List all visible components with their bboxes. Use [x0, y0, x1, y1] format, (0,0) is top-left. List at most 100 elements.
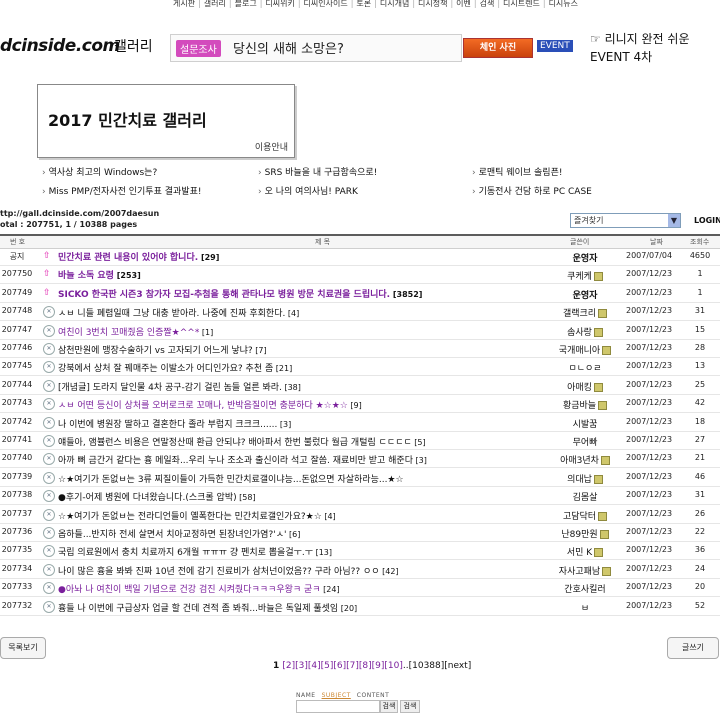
- favorites-select[interactable]: 즐겨찾기 ▼: [570, 213, 681, 228]
- table-row[interactable]: 207735 ✕ 국립 의료원에서 충치 치료까지 6개월 ㅠㅠㅠ 걍 펜치로 뽑을…: [0, 542, 720, 561]
- login-link[interactable]: LOGIN: [694, 216, 720, 225]
- top-nav-item[interactable]: 디시정책: [418, 0, 447, 8]
- post-title-link[interactable]: 옵하들...반지하 전세 살면서 치아교정하면 된장녀인가염?'ㅅ' [6]: [58, 527, 300, 540]
- post-writer[interactable]: 황금바늘: [555, 398, 615, 411]
- gallery-guide-link[interactable]: 이용안내: [255, 140, 288, 153]
- page-link[interactable]: [2]: [282, 661, 295, 671]
- post-title-link[interactable]: 나 이번에 병원장 딸하고 결혼한다 졸라 부럽지 크크크...... [3]: [58, 417, 291, 430]
- news-link[interactable]: › Miss PMP/전자사전 인기투표 결과발표!: [42, 184, 201, 197]
- post-writer[interactable]: 아매킹: [555, 380, 615, 393]
- top-nav-item[interactable]: 토론: [356, 0, 371, 8]
- post-title-link[interactable]: 민간치료 관련 내용이 있어야 합니다. [29]: [58, 250, 219, 263]
- post-writer[interactable]: 운영자: [555, 288, 615, 301]
- post-writer[interactable]: 의대납: [555, 472, 615, 485]
- post-writer[interactable]: 서민 K: [555, 545, 615, 558]
- post-title-link[interactable]: ☆★여기가 돈없ㅂ는 전라디언들이 옐폭한다는 민간치료갤인가요?★☆ [4]: [58, 509, 336, 522]
- event-picture-banner[interactable]: 체인 사진: [463, 38, 533, 58]
- top-nav-item[interactable]: 디씨위키: [265, 0, 294, 8]
- table-row[interactable]: 207747 ✕ 여친이 3번치 꼬매줬음 인증짤★^^* [1] 솜사랑 2007/1…: [0, 322, 720, 340]
- post-title-link[interactable]: 국립 의료원에서 충치 치료까지 6개월 ㅠㅠㅠ 걍 펜치로 뽑을걸ㅜ.ㅜ [1…: [58, 545, 332, 558]
- table-row[interactable]: 207734 ✕ 나이 많은 흉을 봐봐 진짜 10년 전에 감기 진료비가 삼처넌…: [0, 561, 720, 579]
- top-nav-item[interactable]: 게시판: [173, 0, 195, 8]
- page-link[interactable]: [7]: [346, 661, 359, 671]
- search-tab-content[interactable]: CONTENT: [357, 692, 390, 699]
- post-title-link[interactable]: 나이 많은 흉을 봐봐 진짜 10년 전에 감기 진료비가 삼처넌이었음?? 구…: [58, 564, 399, 577]
- post-writer[interactable]: 갤랙크리: [555, 306, 615, 319]
- table-row[interactable]: 207733 ✕ ●아놔 나 여친이 백일 기념으로 건강 검진 시켜줬다ㅋㅋㅋ우왕…: [0, 579, 720, 598]
- post-writer[interactable]: 무어빠: [555, 435, 615, 448]
- post-writer[interactable]: 솜사랑: [555, 325, 615, 338]
- post-title-link[interactable]: [개념글] 도라지 달인물 4차 공구-감기 걸린 놈들 얼른 봐라. [38]: [58, 380, 301, 393]
- news-link[interactable]: › SRS 바늘을 내 구급함속으로!: [258, 165, 377, 178]
- table-row[interactable]: 207748 ✕ ㅅㅂ 니들 폐렴일때 그냥 대충 받아라. 나중에 진짜 후회한다…: [0, 303, 720, 322]
- post-writer[interactable]: 운영자: [555, 251, 615, 264]
- post-title-link[interactable]: ●후기-어제 병원에 다녀왔습니다.(스크롤 압박) [58]: [58, 490, 256, 503]
- post-writer[interactable]: 자사고패남: [555, 564, 615, 577]
- page-last-next[interactable]: ..[10388][next]: [403, 661, 471, 671]
- table-row[interactable]: 207739 ✕ ☆★여기가 돈없ㅂ는 3류 찌질이들이 가득한 민간치료갤이냐능.…: [0, 469, 720, 487]
- post-writer[interactable]: 고담닥터: [555, 509, 615, 522]
- page-link[interactable]: [6]: [333, 661, 346, 671]
- list-button[interactable]: 목록보기: [0, 637, 46, 659]
- post-writer[interactable]: 쿠케케: [555, 269, 615, 282]
- page-link[interactable]: [8]: [359, 661, 372, 671]
- search-tab-name[interactable]: NAME: [296, 692, 316, 699]
- top-nav-item[interactable]: 디시뉴스: [549, 0, 578, 8]
- survey-banner[interactable]: 설문조사 당신의 새해 소망은?: [170, 34, 462, 62]
- page-link[interactable]: [10]: [384, 661, 402, 671]
- post-writer[interactable]: 시발꿈: [555, 417, 615, 430]
- post-title-link[interactable]: ☆★여기가 돈없ㅂ는 3류 찌질이들이 가득한 민간치료갤이냐능...돈없으면 …: [58, 472, 404, 485]
- table-row[interactable]: 207744 ✕ [개념글] 도라지 달인물 4차 공구-감기 걸린 놈들 얼른 봐…: [0, 377, 720, 395]
- table-row[interactable]: 207749 ⇧ SICKO 한국판 시즌3 참가자 모집-추첨을 통해 관타나모 …: [0, 285, 720, 303]
- table-row[interactable]: 207743 ✕ ㅅㅂ 어떤 등신이 상처를 오버로크로 꼬매나, 반박음질이면 충…: [0, 395, 720, 414]
- post-writer[interactable]: 국개매니아: [555, 343, 615, 356]
- write-button[interactable]: 글쓰기: [667, 637, 719, 659]
- top-nav-item[interactable]: 블로그: [235, 0, 257, 8]
- page-link[interactable]: [4]: [308, 661, 321, 671]
- top-nav-item[interactable]: 검색: [480, 0, 495, 8]
- news-link[interactable]: › 오 나의 여의사님! PARK: [258, 184, 358, 197]
- post-writer[interactable]: 김몸살: [555, 490, 615, 503]
- table-row[interactable]: 207740 ✕ 아까 뼈 금간거 같다는 흉 메일좌...우리 누나 조소과 출신…: [0, 450, 720, 469]
- page-link[interactable]: [5]: [321, 661, 334, 671]
- post-title-link[interactable]: 강북에서 상처 잘 꿰매주는 이발소가 어디인가요? 추천 좀 [21]: [58, 361, 292, 374]
- post-title-link[interactable]: 여친이 3번치 꼬매줬음 인증짤★^^* [1]: [58, 325, 213, 338]
- post-title-link[interactable]: ㅅㅂ 어떤 등신이 상처를 오버로크로 꼬매나, 반박음질이면 충분하다 ★☆★…: [58, 398, 362, 411]
- post-title-link[interactable]: ●아놔 나 여친이 백일 기념으로 건강 검진 시켜줬다ㅋㅋㅋ우왕ㅋ 굳ㅋ [2…: [58, 582, 340, 595]
- survey-question[interactable]: 당신의 새해 소망은?: [233, 38, 344, 57]
- search-button[interactable]: 검색: [380, 700, 398, 713]
- post-writer[interactable]: ㅁㄴㅇㄹ: [555, 361, 615, 374]
- logo-gallery-label[interactable]: 갤러리: [114, 36, 153, 56]
- post-writer[interactable]: 아매3년차: [555, 453, 615, 466]
- table-row[interactable]: 207742 ✕ 나 이번에 병원장 딸하고 결혼한다 졸라 부럽지 크크크....…: [0, 414, 720, 432]
- site-logo[interactable]: dcinside.com: [0, 36, 120, 56]
- page-link[interactable]: [9]: [372, 661, 385, 671]
- top-nav-item[interactable]: 갤러리: [204, 0, 226, 8]
- top-nav-item[interactable]: 이벤: [456, 0, 471, 8]
- search-submit-button[interactable]: 검색: [400, 700, 420, 713]
- table-row[interactable]: 207737 ✕ ☆★여기가 돈없ㅂ는 전라디언들이 옐폭한다는 민간치료갤인가요?…: [0, 506, 720, 524]
- news-link[interactable]: › 로맨틱 웨이브 솔림픈!: [472, 165, 562, 178]
- table-row[interactable]: 207738 ✕ ●후기-어제 병원에 다녀왔습니다.(스크롤 압박) [58] 김몸…: [0, 487, 720, 506]
- top-nav-item[interactable]: 디시개념: [380, 0, 409, 8]
- top-nav-item[interactable]: 디씨인사이드: [304, 0, 348, 8]
- page-link[interactable]: [3]: [295, 661, 308, 671]
- table-row[interactable]: 207736 ✕ 옵하들...반지하 전세 살면서 치아교정하면 된장녀인가염?'ㅅ…: [0, 524, 720, 542]
- table-row[interactable]: 207741 ✕ 얘들아, 앰뷸런스 비용은 연말정산때 환급 안되냐? 배아파서 …: [0, 432, 720, 450]
- news-link[interactable]: › 기동전사 건담 하로 PC CASE: [472, 184, 592, 197]
- post-title-link[interactable]: 삼천만원에 맹장수술하기 vs 고자되기 어느게 낳냐? [7]: [58, 343, 267, 356]
- table-row[interactable]: 207732 ✕ 흉들 나 이번에 구급상자 업글 할 건데 견적 좀 봐줘...바…: [0, 598, 720, 616]
- table-row[interactable]: 207750 ⇧ 바늘 소독 요령 [253] 쿠케케 2007/12/23 1: [0, 266, 720, 285]
- table-row[interactable]: 207745 ✕ 강북에서 상처 잘 꿰매주는 이발소가 어디인가요? 추천 좀 […: [0, 358, 720, 377]
- post-title-link[interactable]: 아까 뼈 금간거 같다는 흉 메일좌...우리 누나 조소과 출신이라 석고 잘…: [58, 453, 427, 466]
- post-title-link[interactable]: 흉들 나 이번에 구급상자 업글 할 건데 견적 좀 봐줘...바늘은 독일제 …: [58, 601, 357, 614]
- post-title-link[interactable]: SICKO 한국판 시즌3 참가자 모집-추첨을 통해 관타나모 병원 방문 치…: [58, 287, 422, 300]
- event-link[interactable]: ☞ 리니지 완전 쉬운 EVENT 4차: [590, 30, 720, 66]
- post-writer[interactable]: 간호사킬러: [555, 582, 615, 595]
- post-writer[interactable]: ㅂ: [555, 601, 615, 614]
- table-row[interactable]: 공지 ⇧ 민간치료 관련 내용이 있어야 합니다. [29] 운영자 2007/07/0…: [0, 248, 720, 266]
- table-row[interactable]: 207746 ✕ 삼천만원에 맹장수술하기 vs 고자되기 어느게 낳냐? [7] 국…: [0, 340, 720, 358]
- top-nav-item[interactable]: 디시트렌드: [503, 0, 540, 8]
- news-link[interactable]: › 역사상 최고의 Windows는?: [42, 165, 157, 178]
- search-tab-subject[interactable]: SUBJECT: [322, 692, 351, 699]
